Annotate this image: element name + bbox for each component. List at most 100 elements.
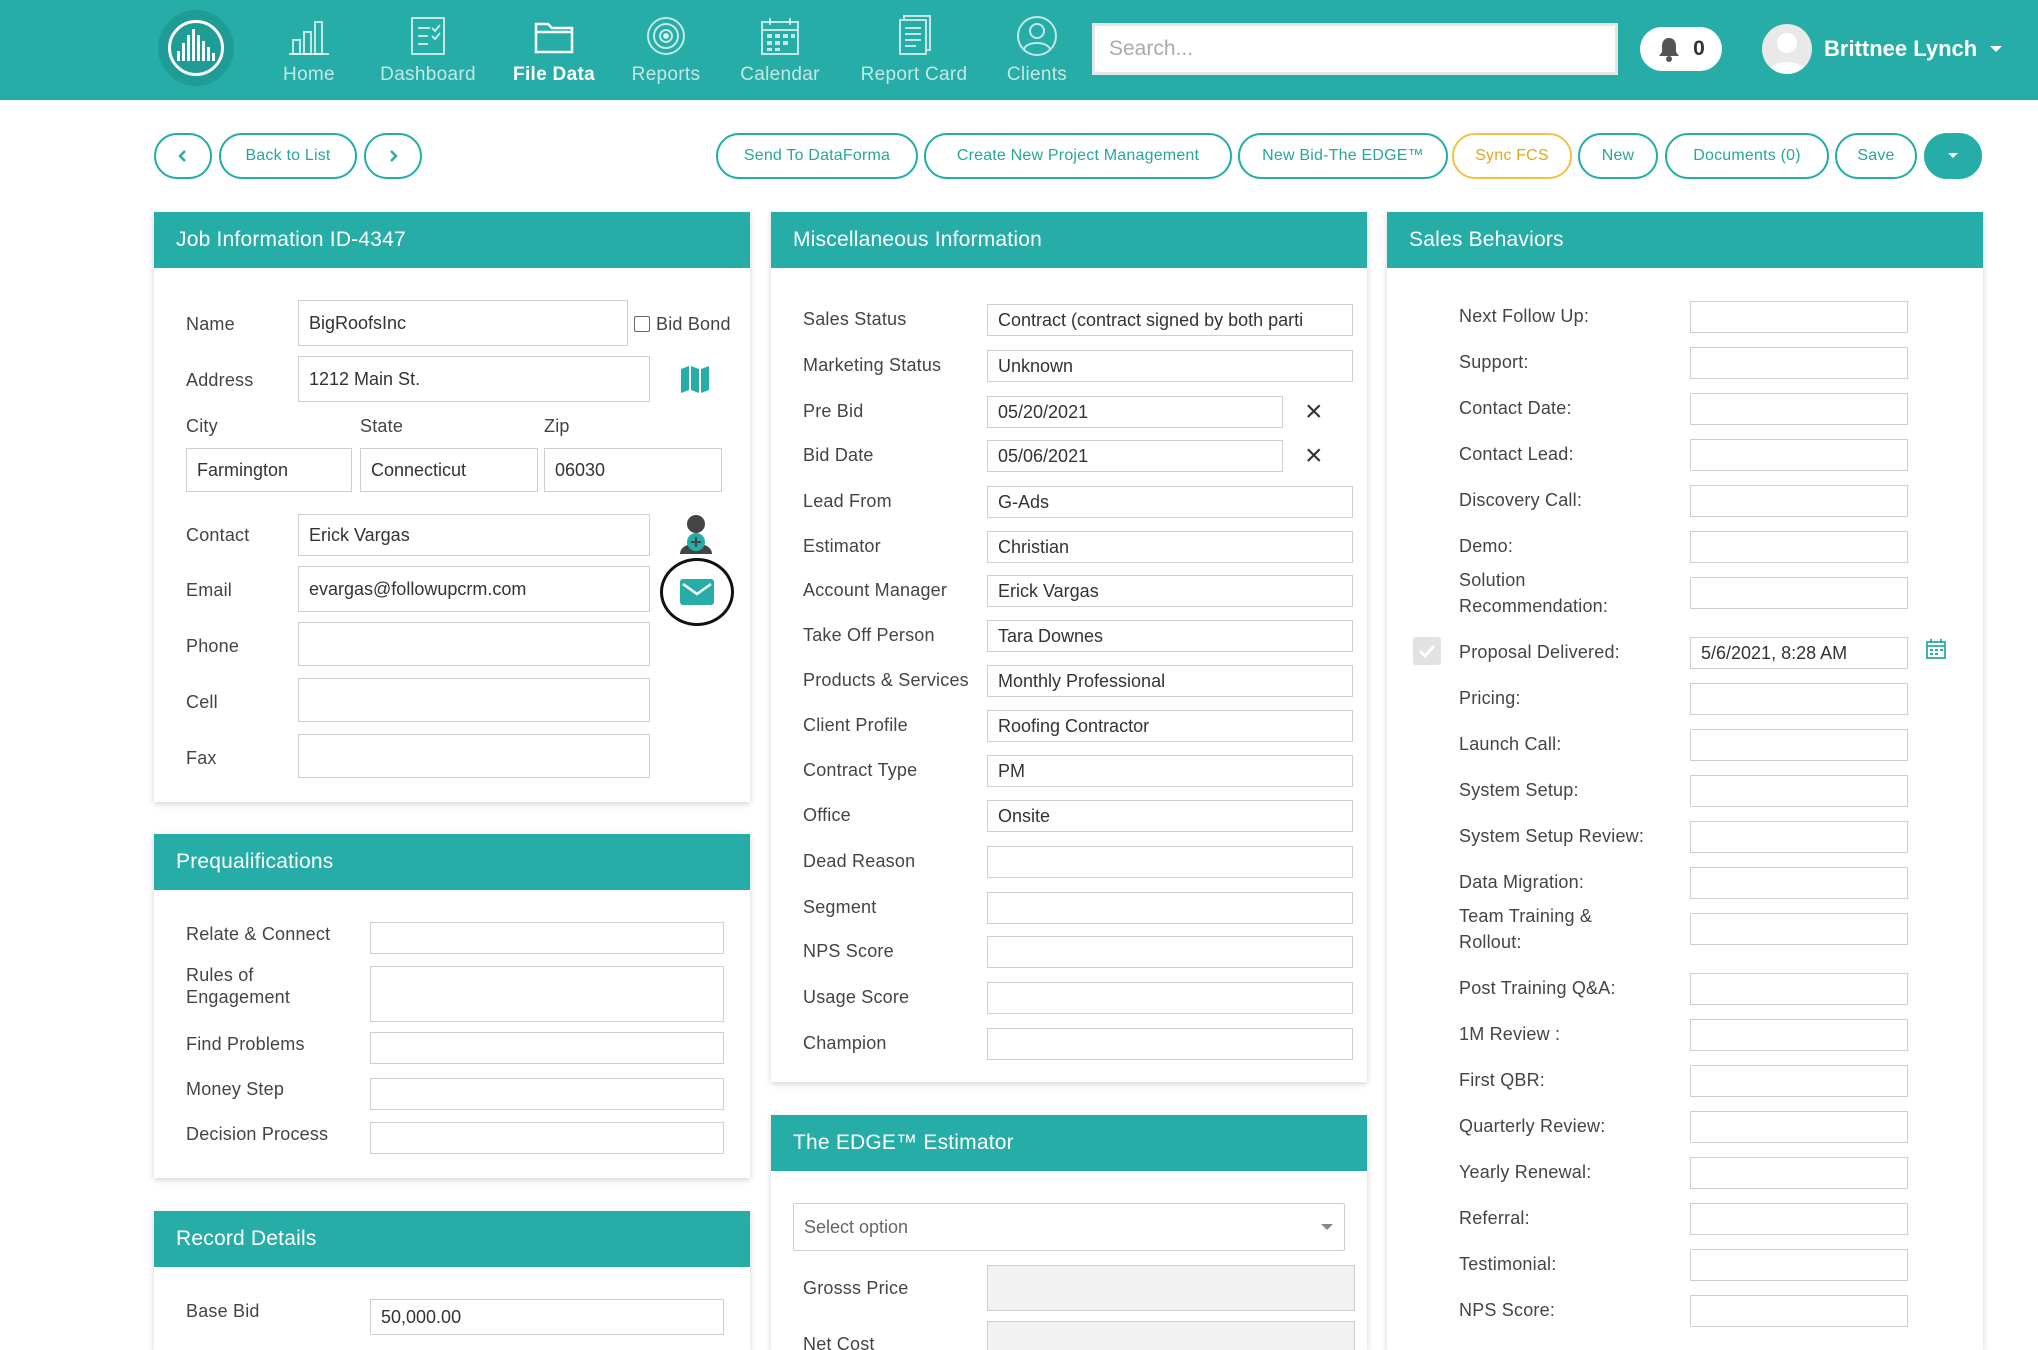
account-manager-field[interactable]: Erick Vargas bbox=[987, 575, 1353, 607]
first-qbr-field[interactable] bbox=[1690, 1065, 1908, 1097]
cell-label: Cell bbox=[186, 692, 218, 712]
clear-bid-date-icon[interactable]: × bbox=[1305, 441, 1323, 471]
nps-score-field[interactable] bbox=[1690, 1295, 1908, 1327]
previous-record-button[interactable] bbox=[154, 133, 212, 179]
data-migration-label: Data Migration: bbox=[1459, 872, 1585, 892]
team-training-rollout-label: Team Training & Rollout: bbox=[1459, 906, 1593, 952]
lead-from-field[interactable]: G-Ads bbox=[987, 486, 1353, 518]
send-email-button[interactable] bbox=[660, 558, 734, 626]
rules-engagement-field[interactable] bbox=[370, 966, 724, 1022]
nav-file-data[interactable]: File Data bbox=[512, 14, 596, 94]
clear-pre-bid-icon[interactable]: × bbox=[1305, 397, 1323, 427]
zip-field[interactable]: 06030 bbox=[544, 448, 722, 492]
office-label: Office bbox=[803, 805, 851, 825]
post-training-q-a-field[interactable] bbox=[1690, 973, 1908, 1005]
yearly-renewal-field[interactable] bbox=[1690, 1157, 1908, 1189]
nav-home[interactable]: Home bbox=[278, 14, 340, 94]
bid-bond-checkbox[interactable] bbox=[634, 316, 650, 332]
net-cost-field[interactable] bbox=[987, 1321, 1355, 1350]
add-contact-icon[interactable] bbox=[678, 514, 714, 556]
1m-review-label: 1M Review : bbox=[1459, 1024, 1561, 1044]
next-follow-up-field[interactable] bbox=[1690, 301, 1908, 333]
nav-report-card[interactable]: Report Card bbox=[856, 14, 972, 94]
contact-field[interactable]: Erick Vargas bbox=[298, 514, 650, 556]
support-field[interactable] bbox=[1690, 347, 1908, 379]
state-field[interactable]: Connecticut bbox=[360, 448, 538, 492]
sync-fcs-button[interactable]: Sync FCS bbox=[1452, 133, 1572, 179]
fax-field[interactable] bbox=[298, 734, 650, 778]
client-profile-field[interactable]: Roofing Contractor bbox=[987, 710, 1353, 742]
back-to-list-button[interactable]: Back to List bbox=[219, 133, 357, 179]
relate-connect-field[interactable] bbox=[370, 922, 724, 954]
nav-dashboard[interactable]: Dashboard bbox=[378, 14, 478, 94]
documents-button[interactable]: Documents (0) bbox=[1665, 133, 1829, 179]
bid-bond-option[interactable]: Bid Bond bbox=[634, 311, 731, 337]
more-actions-dropdown[interactable] bbox=[1924, 133, 1982, 179]
caret-down-icon bbox=[1321, 1224, 1333, 1230]
segment-field[interactable] bbox=[987, 892, 1353, 924]
solution-recommendation-field[interactable] bbox=[1690, 577, 1908, 609]
estimator-select[interactable]: Select option bbox=[793, 1203, 1345, 1251]
bid-date-field[interactable]: 05/06/2021 bbox=[987, 440, 1283, 472]
send-to-dataforma-button[interactable]: Send To DataForma bbox=[716, 133, 918, 179]
gross-price-field[interactable] bbox=[987, 1265, 1355, 1311]
marketing-status-field[interactable]: Unknown bbox=[987, 350, 1353, 382]
map-icon[interactable] bbox=[680, 364, 710, 394]
money-step-field[interactable] bbox=[370, 1078, 724, 1110]
nav-reports-label: Reports bbox=[631, 64, 701, 85]
find-problems-field[interactable] bbox=[370, 1032, 724, 1064]
create-project-management-button[interactable]: Create New Project Management bbox=[924, 133, 1232, 179]
champion-field[interactable] bbox=[987, 1028, 1353, 1060]
search-input[interactable] bbox=[1092, 23, 1618, 75]
cell-field[interactable] bbox=[298, 678, 650, 722]
phone-field[interactable] bbox=[298, 622, 650, 666]
nav-calendar[interactable]: Calendar bbox=[738, 14, 822, 94]
first-qbr-label: First QBR: bbox=[1459, 1070, 1545, 1090]
next-record-button[interactable] bbox=[364, 133, 422, 179]
nav-clients[interactable]: Clients bbox=[1004, 14, 1070, 94]
name-field[interactable]: BigRoofsInc bbox=[298, 300, 628, 346]
bell-icon bbox=[1659, 38, 1680, 62]
usage-score-field[interactable] bbox=[987, 982, 1353, 1014]
new-bid-edge-button[interactable]: New Bid-The EDGE™ bbox=[1238, 133, 1448, 179]
pricing-field[interactable] bbox=[1690, 683, 1908, 715]
pre-bid-field[interactable]: 05/20/2021 bbox=[987, 396, 1283, 428]
new-button[interactable]: New bbox=[1578, 133, 1658, 179]
products-services-field[interactable]: Monthly Professional bbox=[987, 665, 1353, 697]
decision-process-field[interactable] bbox=[370, 1122, 724, 1154]
notifications-button[interactable]: 0 bbox=[1640, 27, 1722, 71]
app-logo[interactable] bbox=[158, 10, 234, 86]
email-field[interactable]: evargas@followupcrm.com bbox=[298, 566, 650, 612]
testimonial-field[interactable] bbox=[1690, 1249, 1908, 1281]
system-setup-field[interactable] bbox=[1690, 775, 1908, 807]
office-field[interactable]: Onsite bbox=[987, 800, 1353, 832]
team-training-rollout-field[interactable] bbox=[1690, 913, 1908, 945]
lead-from-label: Lead From bbox=[803, 491, 892, 511]
estimator-field[interactable]: Christian bbox=[987, 531, 1353, 563]
address-field[interactable]: 1212 Main St. bbox=[298, 356, 650, 402]
proposal-delivered-field[interactable]: 5/6/2021, 8:28 AM bbox=[1690, 637, 1908, 669]
contract-type-field[interactable]: PM bbox=[987, 755, 1353, 787]
discovery-call-field[interactable] bbox=[1690, 485, 1908, 517]
referral-field[interactable] bbox=[1690, 1203, 1908, 1235]
quarterly-review-field[interactable] bbox=[1690, 1111, 1908, 1143]
sales-status-field[interactable]: Contract (contract signed by both parti bbox=[987, 304, 1353, 336]
user-menu[interactable]: Brittnee Lynch bbox=[1762, 24, 2003, 74]
data-migration-field[interactable] bbox=[1690, 867, 1908, 899]
base-bid-field[interactable]: 50,000.00 bbox=[370, 1299, 724, 1335]
dead-reason-field[interactable] bbox=[987, 846, 1353, 878]
city-field[interactable]: Farmington bbox=[186, 448, 352, 492]
contact-date-field[interactable] bbox=[1690, 393, 1908, 425]
contact-lead-field[interactable] bbox=[1690, 439, 1908, 471]
take-off-person-field[interactable]: Tara Downes bbox=[987, 620, 1353, 652]
save-button[interactable]: Save bbox=[1835, 133, 1917, 179]
launch-call-field[interactable] bbox=[1690, 729, 1908, 761]
calendar-picker-icon[interactable] bbox=[1925, 638, 1947, 665]
nps-score-field[interactable] bbox=[987, 936, 1353, 968]
proposal-delivered-checkbox[interactable] bbox=[1413, 637, 1441, 665]
nav-reports[interactable]: Reports bbox=[630, 14, 702, 94]
system-setup-review-field[interactable] bbox=[1690, 821, 1908, 853]
prequal-label: Money Step bbox=[186, 1079, 285, 1099]
demo-field[interactable] bbox=[1690, 531, 1908, 563]
1m-review-field[interactable] bbox=[1690, 1019, 1908, 1051]
